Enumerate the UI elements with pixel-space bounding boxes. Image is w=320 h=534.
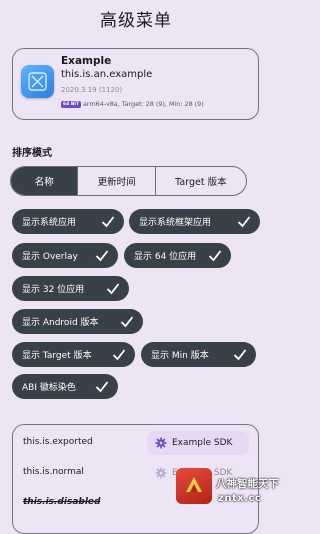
app-meta: 64 BIT arm64-v8a, Target: 28 (9), Min: 28… [61,100,204,108]
example-sdk-button[interactable]: Example SDK [147,431,249,455]
page-title: 高级菜单 [100,11,172,31]
check-icon [233,349,247,361]
chip-show-64bit-apps[interactable]: 显示 64 位应用 [124,243,231,268]
app-name: Example [61,55,112,67]
check-icon [106,283,120,295]
sort-option-update-time[interactable]: 更新时间 [77,167,154,195]
chip-abi-badge-tint[interactable]: ABI 徽标染色 [12,374,118,399]
chip-show-system-apps[interactable]: 显示系统应用 [12,209,124,234]
check-icon [112,349,126,361]
sort-option-name[interactable]: 名称 [11,167,78,195]
chip-label: 显示 Target 版本 [22,351,92,361]
abi-badge: 64 BIT [61,101,82,108]
chip-label: 显示 Min 版本 [151,351,209,361]
chip-show-min-version[interactable]: 显示 Min 版本 [141,342,256,367]
list-item-normal: this.is.normal [23,467,84,477]
chip-label: 显示 Overlay [22,252,78,262]
chip-label: 显示 Android 版本 [22,318,99,328]
gear-icon [155,437,167,449]
check-icon [120,316,134,328]
chip-label: 显示系统框架应用 [139,218,212,228]
chip-label: 显示 32 位应用 [22,285,85,295]
sort-option-target-version[interactable]: Target 版本 [154,167,246,195]
chip-show-target-version[interactable]: 显示 Target 版本 [12,342,135,367]
check-icon [208,250,222,262]
check-icon [101,216,115,228]
chip-show-android-version[interactable]: 显示 Android 版本 [12,309,143,334]
gear-icon [155,467,167,479]
watermark-url: zntx.cc [218,493,262,504]
sort-mode-label: 排序模式 [12,148,52,159]
app-info-card[interactable]: Example this.is.an.example 2020.3.19 (11… [12,48,259,120]
sort-segmented-control: 名称 更新时间 Target 版本 [10,166,247,196]
chip-show-overlay[interactable]: 显示 Overlay [12,243,118,268]
list-item-exported: this.is.exported [23,437,93,447]
chip-label: 显示 64 位应用 [134,252,197,262]
chip-show-system-framework-apps[interactable]: 显示系统框架应用 [129,209,260,234]
app-meta-text: arm64-v8a, Target: 28 (9), Min: 28 (9) [83,100,204,108]
chip-label: 显示系统应用 [22,218,77,228]
app-package: this.is.an.example [61,69,153,80]
watermark: 八神智能天下 zntx.cc [176,466,279,522]
app-version: 2020.3.19 (1120) [61,86,123,94]
watermark-logo [176,468,212,504]
chip-show-32bit-apps[interactable]: 显示 32 位应用 [12,276,129,301]
check-icon [95,381,109,393]
check-icon [237,216,251,228]
watermark-text: 八神智能天下 [216,478,279,490]
list-item-disabled: this.is.disabled [23,497,101,507]
check-icon [95,250,109,262]
app-icon [21,65,54,98]
sdk-button-label: Example SDK [172,438,233,448]
chip-label: ABI 徽标染色 [22,383,76,393]
